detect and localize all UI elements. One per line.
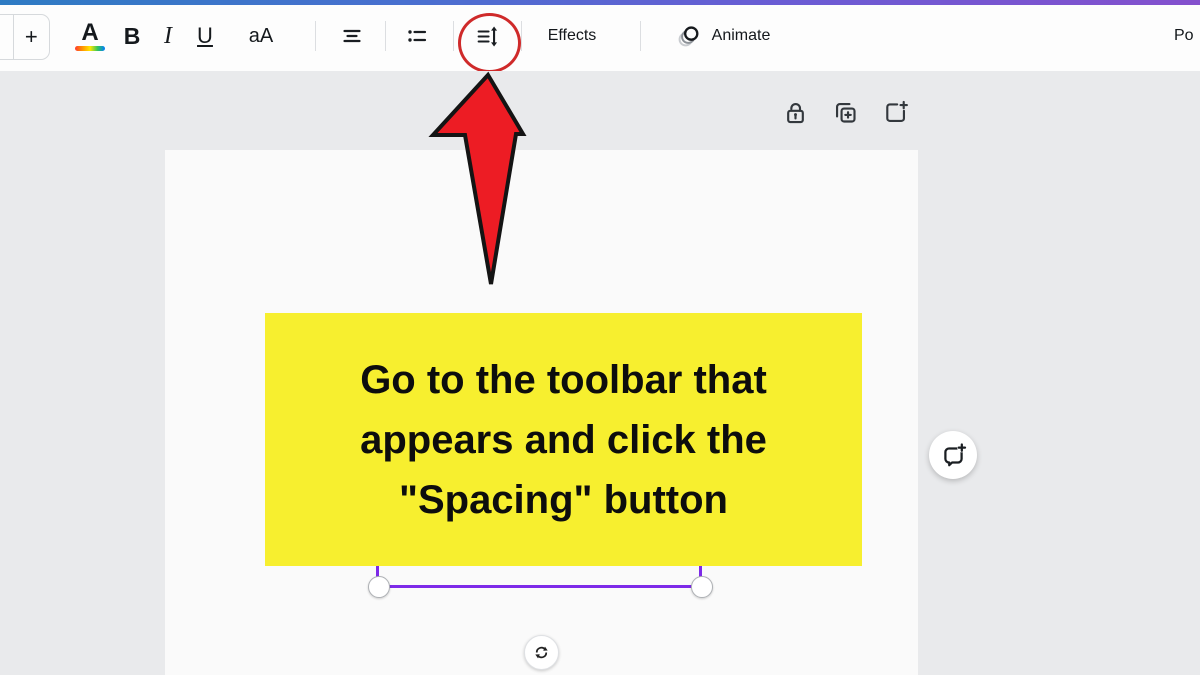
text-line: appears and click the xyxy=(265,410,862,470)
toolbar-divider xyxy=(315,21,316,51)
lock-button[interactable] xyxy=(778,95,812,129)
alignment-button[interactable] xyxy=(332,16,372,56)
list-button[interactable] xyxy=(399,16,435,56)
duplicate-icon xyxy=(832,99,859,126)
lock-open-icon xyxy=(782,99,809,126)
selection-bottom-edge xyxy=(378,585,701,588)
text-line: "Spacing" button xyxy=(265,470,862,530)
animate-button[interactable]: Animate xyxy=(658,16,788,56)
add-comment-icon xyxy=(940,442,967,469)
bold-icon: B xyxy=(124,23,141,50)
text-color-button[interactable]: A xyxy=(68,16,112,56)
animate-label: Animate xyxy=(712,27,771,45)
bullet-list-icon xyxy=(405,24,429,48)
effects-label: Effects xyxy=(548,27,597,45)
center-align-icon xyxy=(340,24,364,48)
canvas-area: Go to the toolbar that appears and click… xyxy=(0,71,1200,675)
text-element[interactable]: Go to the toolbar that appears and click… xyxy=(265,313,862,566)
rotate-icon xyxy=(532,643,551,662)
spacing-button[interactable] xyxy=(467,16,507,56)
italic-icon: I xyxy=(164,23,172,50)
text-case-button[interactable]: aA xyxy=(236,16,286,56)
duplicate-button[interactable] xyxy=(828,95,862,129)
add-comment-button[interactable] xyxy=(929,431,977,479)
italic-button[interactable]: I xyxy=(150,16,186,56)
text-format-toolbar: + A B I U aA xyxy=(0,5,1200,72)
toolbar-divider xyxy=(521,21,522,51)
add-page-icon xyxy=(882,99,909,126)
add-page-button[interactable] xyxy=(878,95,912,129)
spacing-icon xyxy=(475,24,500,49)
toolbar-divider xyxy=(453,21,454,51)
resize-handle-left[interactable] xyxy=(368,576,390,598)
rotate-handle[interactable] xyxy=(524,635,559,670)
underline-button[interactable]: U xyxy=(186,16,224,56)
text-line: Go to the toolbar that xyxy=(265,350,862,410)
rainbow-bar-icon xyxy=(75,46,105,51)
resize-handle-right[interactable] xyxy=(691,576,713,598)
animate-icon xyxy=(676,23,703,50)
design-page[interactable]: Go to the toolbar that appears and click… xyxy=(165,150,918,675)
font-size-field[interactable] xyxy=(0,15,13,59)
toolbar-divider xyxy=(640,21,641,51)
effects-button[interactable]: Effects xyxy=(535,16,609,56)
position-button[interactable]: Po xyxy=(1170,16,1200,56)
text-case-icon: aA xyxy=(249,25,273,48)
bold-button[interactable]: B xyxy=(112,16,152,56)
toolbar-divider xyxy=(385,21,386,51)
underline-icon: U xyxy=(197,23,213,49)
text-color-icon: A xyxy=(81,21,98,45)
font-size-increase-button[interactable]: + xyxy=(13,15,49,59)
font-size-stepper: + xyxy=(0,14,50,60)
position-label: Po xyxy=(1174,27,1194,45)
